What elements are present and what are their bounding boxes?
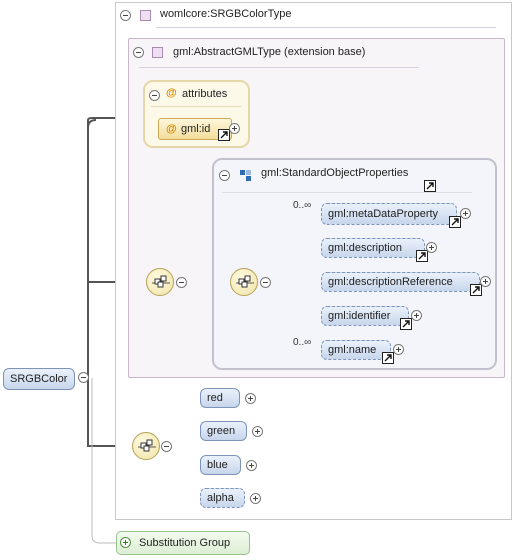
expand-green-toggle[interactable] (252, 426, 263, 437)
expand-alpha-toggle[interactable] (250, 493, 261, 504)
expand-metadataproperty-toggle[interactable] (460, 208, 471, 219)
attributes-separator (151, 106, 241, 107)
cardinality-label: 0..∞ (293, 337, 312, 348)
cardinality-label: 0..∞ (293, 200, 312, 211)
substitution-group[interactable]: Substitution Group (116, 531, 250, 555)
element-gml-description[interactable]: gml:description (321, 238, 425, 258)
attributes-label: attributes (182, 88, 228, 100)
sequence-compositor-icon[interactable] (132, 432, 160, 460)
element-gml-metadataproperty[interactable]: gml:metaDataProperty (321, 203, 457, 225)
substitution-label: Substitution Group (139, 537, 231, 549)
group-label: gml:StandardObjectProperties (261, 167, 409, 179)
name-link-icon[interactable] (382, 352, 394, 364)
element-red[interactable]: red (200, 388, 240, 408)
element-green[interactable]: green (200, 421, 247, 441)
group-icon (240, 170, 251, 181)
complex-type-icon (140, 10, 151, 21)
at-icon: @ (166, 87, 177, 99)
expand-description-toggle[interactable] (426, 242, 437, 253)
attribute-label: gml:id (181, 123, 211, 135)
expand-name-toggle[interactable] (393, 344, 404, 355)
root-element-srgbcolor[interactable]: SRGBColor (3, 368, 75, 390)
attribute-link-icon[interactable] (218, 129, 230, 141)
group-box: gml:StandardObjectProperties (212, 158, 497, 370)
expand-blue-toggle[interactable] (246, 460, 257, 471)
sequence-compositor-icon[interactable] (146, 268, 174, 296)
element-gml-identifier[interactable]: gml:identifier (321, 306, 409, 326)
collapse-extension-toggle[interactable] (133, 47, 144, 58)
expand-identifier-toggle[interactable] (411, 310, 422, 321)
description-link-icon[interactable] (416, 250, 428, 262)
extension-separator (139, 67, 419, 68)
collapse-root-toggle[interactable] (78, 372, 89, 383)
collapse-sequence-toggle[interactable] (260, 277, 271, 288)
type-separator (156, 27, 496, 28)
collapse-type-toggle[interactable] (120, 10, 131, 21)
metadataproperty-link-icon[interactable] (449, 216, 461, 228)
expand-descriptionreference-toggle[interactable] (480, 276, 491, 287)
element-gml-descriptionreference[interactable]: gml:descriptionReference (321, 272, 480, 292)
expand-red-toggle[interactable] (245, 393, 256, 404)
descriptionreference-link-icon[interactable] (470, 284, 482, 296)
group-separator (222, 192, 472, 193)
element-alpha[interactable]: alpha (200, 488, 245, 508)
expand-substitution-toggle[interactable] (120, 537, 131, 548)
sequence-compositor-icon[interactable] (230, 268, 258, 296)
collapse-sequence-toggle[interactable] (176, 277, 187, 288)
collapse-group-toggle[interactable] (219, 170, 230, 181)
element-blue[interactable]: blue (200, 455, 241, 475)
attribute-at-icon: @ (166, 123, 177, 135)
collapse-attributes-toggle[interactable] (149, 90, 160, 101)
type-label: womlcore:SRGBColorType (160, 8, 292, 20)
expand-attribute-toggle[interactable] (229, 123, 240, 134)
group-link-icon[interactable] (424, 180, 436, 192)
collapse-sequence-toggle[interactable] (161, 441, 172, 452)
extension-type-icon (152, 47, 163, 58)
identifier-link-icon[interactable] (400, 318, 412, 330)
element-gml-name[interactable]: gml:name (321, 340, 391, 360)
extension-label: gml:AbstractGMLType (extension base) (173, 46, 366, 58)
